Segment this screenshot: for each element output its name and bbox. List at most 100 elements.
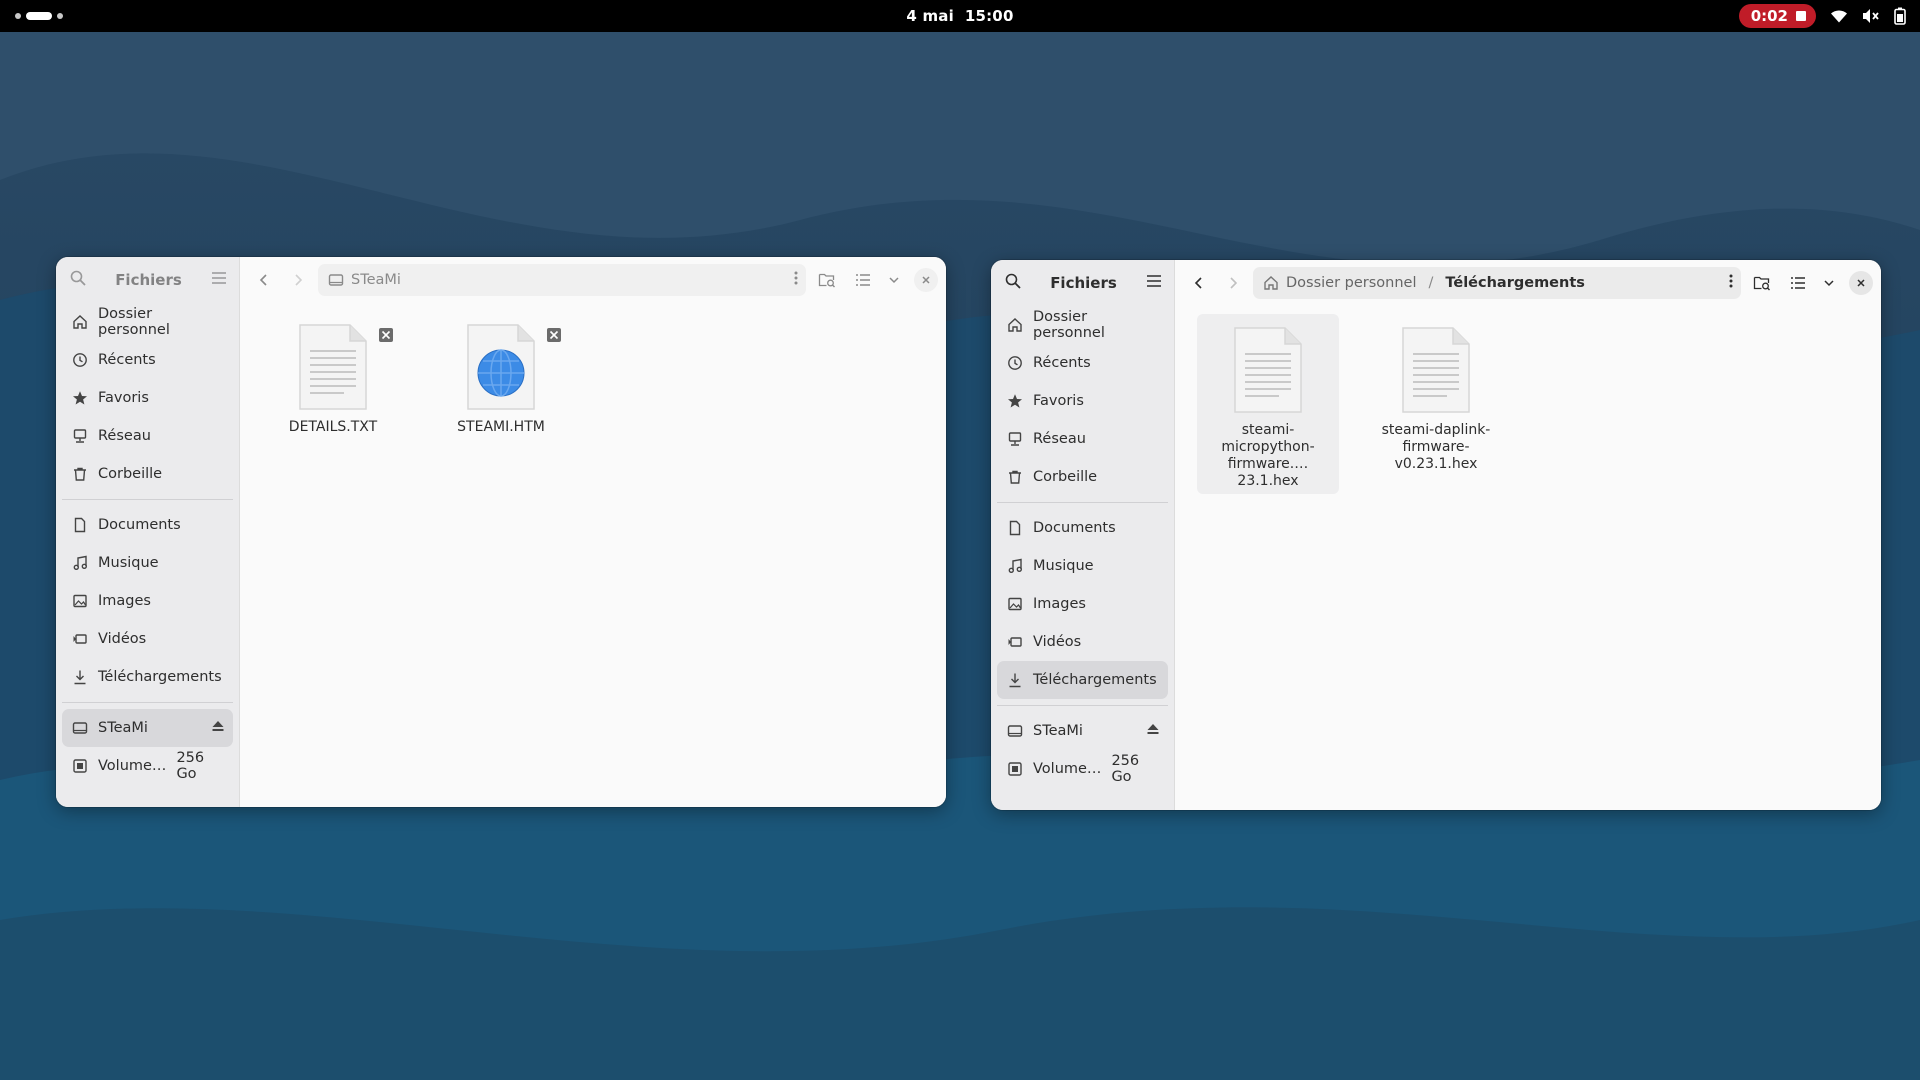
sidebar-places: Dossier personnel Récents Favoris Réseau… — [56, 303, 239, 493]
search-icon[interactable] — [70, 270, 86, 290]
search-folder-button[interactable] — [812, 266, 842, 294]
files-window-downloads[interactable]: Fichiers Dossier personnel Récents Favor… — [991, 260, 1881, 810]
eject-icon[interactable] — [1146, 722, 1160, 740]
breadcrumb-current[interactable]: Téléchargements — [1445, 275, 1585, 291]
folder-menu-icon[interactable] — [1729, 273, 1733, 293]
folder-menu-icon[interactable] — [794, 270, 798, 290]
sidebar-item-label: Dossier personnel — [1033, 309, 1105, 341]
back-button[interactable] — [250, 266, 278, 294]
sidebar-item-label: Favoris — [98, 390, 149, 406]
sidebar-item-starred[interactable]: Favoris — [997, 382, 1168, 420]
sidebar-item-label: Téléchargements — [98, 669, 222, 685]
file-item[interactable]: steami-daplink- firmware- v0.23.1.hex — [1365, 318, 1507, 477]
forward-button[interactable] — [284, 266, 312, 294]
view-options-button[interactable] — [1819, 269, 1839, 297]
sidebar-separator — [997, 502, 1168, 503]
search-folder-button[interactable] — [1747, 269, 1777, 297]
clock-date: 4 mai — [906, 7, 954, 25]
hamburger-menu-icon[interactable] — [211, 271, 227, 289]
close-window-button[interactable] — [1849, 271, 1873, 295]
sidebar-header: Fichiers — [991, 260, 1174, 306]
system-tray[interactable]: 0:02 — [1738, 4, 1906, 28]
sidebar-item-home[interactable]: Dossier personnel — [62, 303, 233, 341]
network-icon — [73, 429, 87, 443]
breadcrumb-home[interactable]: Dossier personnel — [1263, 275, 1417, 291]
header-bar: STeaMi — [240, 257, 946, 303]
music-icon — [73, 555, 88, 571]
sidebar-item-home[interactable]: Dossier personnel — [997, 306, 1168, 344]
sidebar-item-label: Volume… — [98, 758, 167, 774]
folder-search-icon — [818, 273, 835, 288]
header-bar: Dossier personnel / Téléchargements — [1175, 260, 1881, 306]
view-options-button[interactable] — [884, 266, 904, 294]
chevron-down-icon — [1824, 280, 1834, 287]
sidebar-item-network[interactable]: Réseau — [62, 417, 233, 455]
sidebar-item-label: Favoris — [1033, 393, 1084, 409]
trash-icon — [1009, 470, 1021, 484]
file-name: steami-daplink- firmware- v0.23.1.hex — [1365, 422, 1507, 477]
sidebar-item-recent[interactable]: Récents — [997, 344, 1168, 382]
search-icon[interactable] — [1005, 273, 1021, 293]
home-icon — [73, 315, 87, 329]
sidebar-item-music[interactable]: Musique — [997, 547, 1168, 585]
sidebar-item-volume[interactable]: Volume… 256 Go — [997, 750, 1168, 788]
sidebar-item-documents[interactable]: Documents — [62, 506, 233, 544]
chevron-left-icon — [1194, 277, 1202, 289]
sidebar-item-music[interactable]: Musique — [62, 544, 233, 582]
sidebar-item-label: Volume… — [1033, 761, 1102, 777]
disk-icon — [73, 759, 87, 773]
sidebar-item-recent[interactable]: Récents — [62, 341, 233, 379]
file-item[interactable]: STEAMI.HTM — [430, 315, 572, 440]
chevron-left-icon — [259, 274, 267, 286]
trash-icon — [74, 467, 86, 481]
sidebar-item-network[interactable]: Réseau — [997, 420, 1168, 458]
files-window-steami[interactable]: Fichiers Dossier personnel Récents Favor… — [56, 257, 946, 807]
file-item[interactable]: steami- micropython- firmware.…23.1.hex — [1197, 314, 1339, 494]
close-icon — [1857, 279, 1865, 287]
sidebar-item-steami[interactable]: STeaMi — [997, 712, 1168, 750]
clock[interactable]: 4 mai 15:00 — [0, 0, 1920, 32]
path-bar[interactable]: Dossier personnel / Téléchargements — [1253, 267, 1741, 299]
eject-icon[interactable] — [211, 719, 225, 737]
screen-recording-indicator[interactable]: 0:02 — [1738, 4, 1816, 28]
sidebar-header: Fichiers — [56, 257, 239, 303]
text-file-icon — [1197, 318, 1339, 414]
video-icon — [1008, 637, 1022, 647]
view-list-button[interactable] — [848, 266, 878, 294]
file-grid: steami- micropython- firmware.…23.1.hex … — [1175, 306, 1881, 810]
sidebar-item-volume[interactable]: Volume… 256 Go — [62, 747, 233, 785]
sidebar-places: Dossier personnel Récents Favoris Réseau… — [991, 306, 1174, 496]
close-window-button[interactable] — [914, 268, 938, 292]
sidebar-item-label: Images — [1033, 596, 1086, 612]
disk-icon — [1008, 762, 1022, 776]
sidebar-item-videos[interactable]: Vidéos — [62, 620, 233, 658]
drive-icon — [1007, 725, 1023, 737]
sidebar-item-trash[interactable]: Corbeille — [62, 455, 233, 493]
drive-icon — [72, 722, 88, 734]
sidebar-item-documents[interactable]: Documents — [997, 509, 1168, 547]
sidebar-item-downloads[interactable]: Téléchargements — [62, 658, 233, 696]
sidebar-item-images[interactable]: Images — [997, 585, 1168, 623]
breadcrumb-label: Téléchargements — [1445, 275, 1585, 291]
chevron-right-icon — [295, 274, 303, 286]
wifi-icon — [1830, 8, 1848, 24]
breadcrumb-current[interactable]: STeaMi — [328, 272, 401, 288]
sidebar-item-steami[interactable]: STeaMi — [62, 709, 233, 747]
path-bar[interactable]: STeaMi — [318, 264, 806, 296]
breadcrumb-label: Dossier personnel — [1286, 275, 1417, 291]
sidebar-item-images[interactable]: Images — [62, 582, 233, 620]
sidebar-item-label: Images — [98, 593, 151, 609]
file-item[interactable]: DETAILS.TXT — [262, 315, 404, 440]
hamburger-menu-icon[interactable] — [1146, 274, 1162, 292]
sidebar-item-label: Récents — [1033, 355, 1091, 371]
main-content: Dossier personnel / Téléchargements stea… — [1175, 260, 1881, 810]
star-icon — [73, 391, 87, 405]
sidebar-item-trash[interactable]: Corbeille — [997, 458, 1168, 496]
forward-button[interactable] — [1219, 269, 1247, 297]
view-list-button[interactable] — [1783, 269, 1813, 297]
sidebar-item-downloads[interactable]: Téléchargements — [997, 661, 1168, 699]
sidebar-item-videos[interactable]: Vidéos — [997, 623, 1168, 661]
back-button[interactable] — [1185, 269, 1213, 297]
sidebar-item-starred[interactable]: Favoris — [62, 379, 233, 417]
file-name-line: firmware.…23.1.hex — [1227, 456, 1309, 489]
